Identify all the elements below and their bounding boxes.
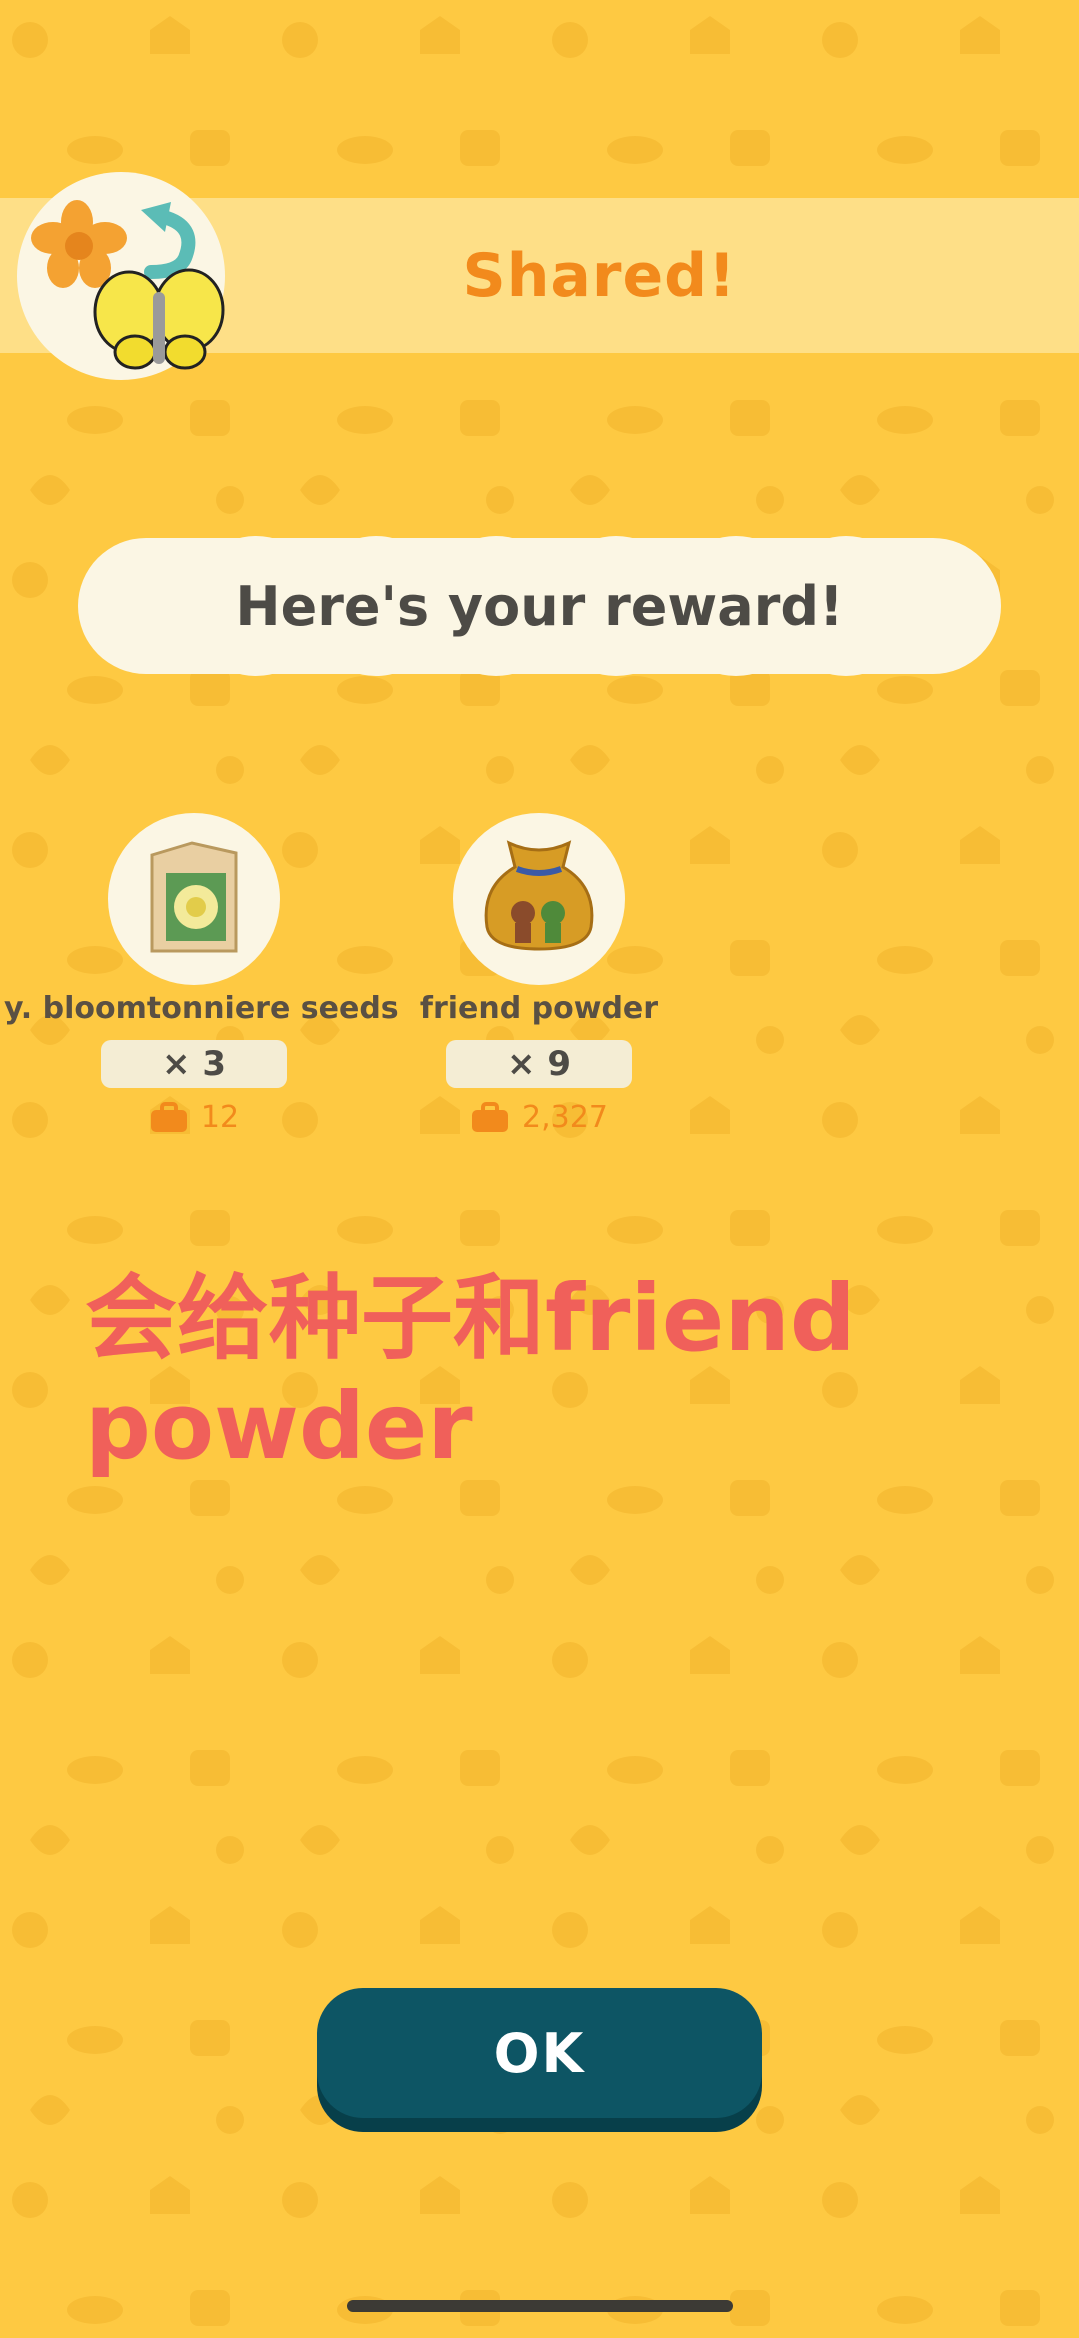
annotation-text: 会给种子和friend powder	[85, 1265, 985, 1481]
owned-count-value: 2,327	[522, 1100, 608, 1135]
reward-name: friend powder	[419, 991, 659, 1026]
owned-count: 2,327	[349, 1100, 729, 1135]
reward-item-seeds: y. bloomtonniere seeds × 3 12	[4, 813, 399, 1135]
owned-count: 12	[4, 1100, 384, 1135]
annotation-line-2: powder	[85, 1373, 473, 1480]
friend-powder-bag-icon	[453, 813, 625, 985]
reward-message: Here's your reward!	[235, 574, 844, 638]
bag-icon	[472, 1101, 509, 1132]
reward-quantity: × 3	[101, 1040, 287, 1088]
bag-icon	[150, 1101, 187, 1132]
reward-item-friend-powder: friend powder × 9 2,327	[349, 813, 729, 1135]
home-indicator	[347, 2300, 733, 2312]
reward-name: y. bloomtonniere seeds	[4, 991, 399, 1026]
flower-butterfly-share-icon	[17, 172, 225, 380]
annotation-line-1: 会给种子和friend	[85, 1265, 856, 1372]
seed-packet-icon	[108, 813, 280, 985]
owned-count-value: 12	[200, 1100, 240, 1135]
reward-quantity: × 9	[446, 1040, 632, 1088]
ok-button[interactable]: OK	[317, 1988, 762, 2118]
